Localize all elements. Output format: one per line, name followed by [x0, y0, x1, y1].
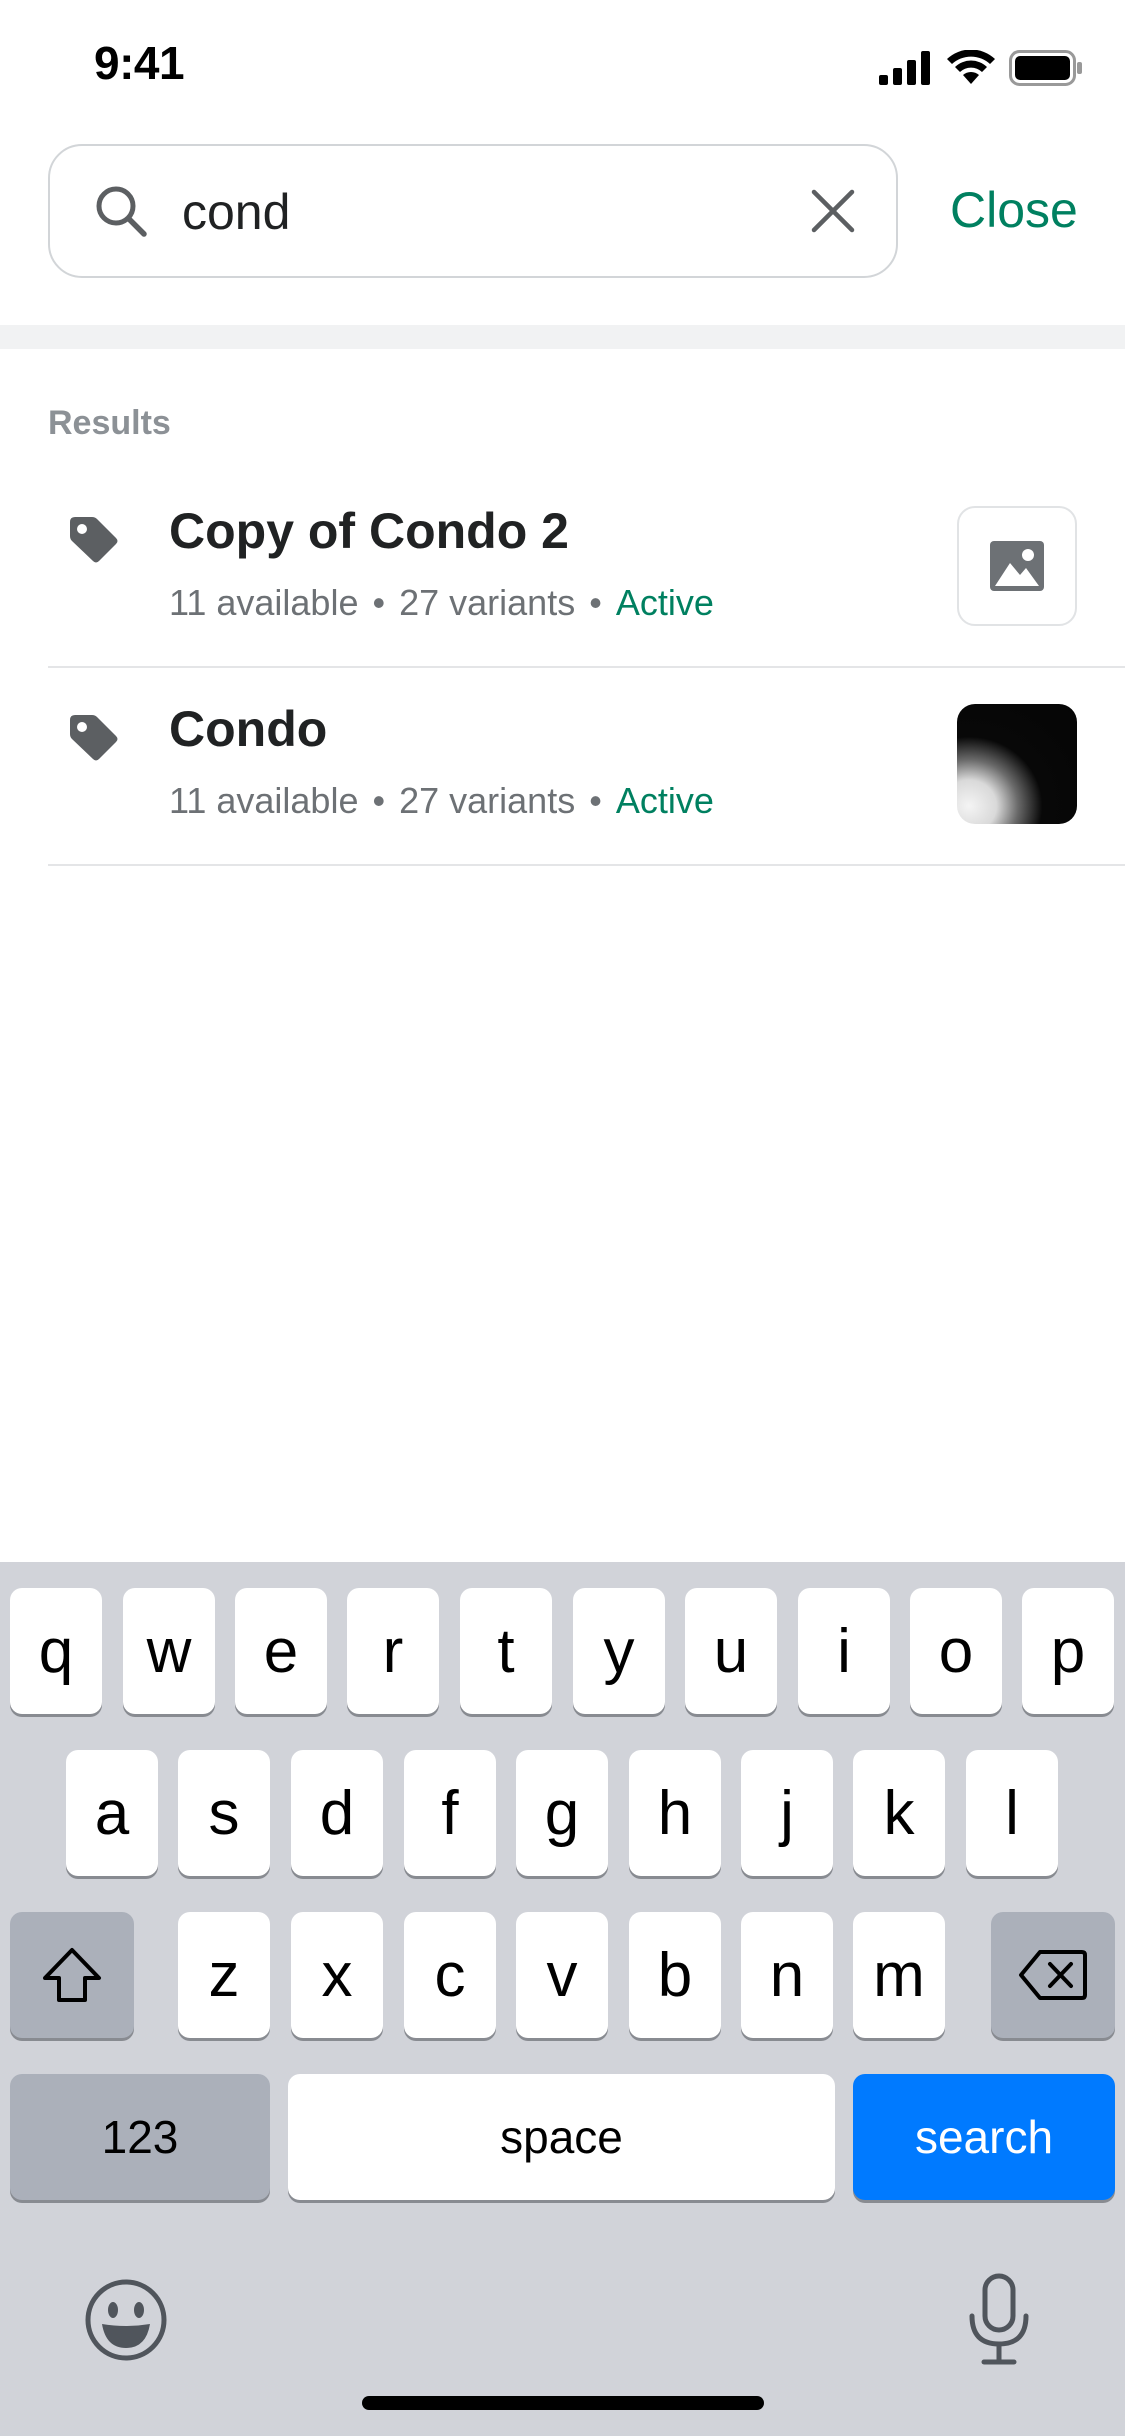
keyboard: q w e r t y u i o p a s d f g h j k l z … — [0, 1562, 1125, 2436]
shift-key[interactable] — [10, 1912, 134, 2038]
separator: • — [589, 582, 602, 623]
key-u[interactable]: u — [685, 1588, 777, 1714]
separator: • — [372, 780, 386, 821]
key-b[interactable]: b — [629, 1912, 721, 2038]
separator: • — [589, 780, 602, 821]
result-title: Condo — [169, 701, 328, 757]
variants-count: 27 variants — [399, 780, 576, 821]
key-r[interactable]: r — [347, 1588, 439, 1714]
search-key[interactable]: search — [853, 2074, 1115, 2200]
image-placeholder-icon — [990, 541, 1044, 591]
microphone-icon[interactable] — [964, 2272, 1034, 2368]
key-c[interactable]: c — [404, 1912, 496, 2038]
key-f[interactable]: f — [404, 1750, 496, 1876]
variants-count: 27 variants — [399, 582, 576, 623]
result-meta: 11 available • 27 variants • Active — [169, 780, 714, 822]
key-k[interactable]: k — [853, 1750, 945, 1876]
key-g[interactable]: g — [516, 1750, 608, 1876]
clear-search-icon[interactable] — [806, 184, 860, 238]
separator: • — [372, 582, 386, 623]
emoji-icon[interactable] — [84, 2278, 168, 2362]
key-n[interactable]: n — [741, 1912, 833, 2038]
key-h[interactable]: h — [629, 1750, 721, 1876]
result-title: Copy of Condo 2 — [169, 503, 569, 559]
result-list: Copy of Condo 2 11 available • 27 variants… — [0, 470, 1125, 866]
key-w[interactable]: w — [123, 1588, 215, 1714]
list-item[interactable]: Condo 11 available • 27 variants • Active — [48, 668, 1125, 866]
key-t[interactable]: t — [460, 1588, 552, 1714]
cellular-signal-icon — [879, 51, 930, 85]
key-x[interactable]: x — [291, 1912, 383, 2038]
tag-icon — [70, 517, 118, 563]
key-z[interactable]: z — [178, 1912, 270, 2038]
key-i[interactable]: i — [798, 1588, 890, 1714]
close-button[interactable]: Close — [950, 178, 1078, 242]
search-icon — [96, 186, 147, 237]
wifi-icon — [947, 50, 995, 84]
key-d[interactable]: d — [291, 1750, 383, 1876]
home-indicator — [362, 2396, 764, 2410]
shift-icon — [43, 1948, 101, 2002]
status-bar: 9:41 — [0, 0, 1125, 140]
available-count: 11 available — [169, 780, 359, 821]
search-input[interactable]: cond — [48, 144, 898, 278]
product-thumbnail — [957, 704, 1077, 824]
delete-backspace-icon — [1019, 1950, 1087, 2000]
status-badge: Active — [615, 582, 714, 623]
battery-icon — [1009, 50, 1082, 86]
key-y[interactable]: y — [573, 1588, 665, 1714]
key-m[interactable]: m — [853, 1912, 945, 2038]
results-section-label: Results — [48, 404, 171, 442]
key-p[interactable]: p — [1022, 1588, 1114, 1714]
key-o[interactable]: o — [910, 1588, 1002, 1714]
key-e[interactable]: e — [235, 1588, 327, 1714]
search-header: cond Close — [0, 140, 1125, 325]
search-query-text[interactable]: cond — [182, 172, 290, 252]
result-meta: 11 available • 27 variants • Active — [169, 582, 714, 624]
status-icons — [879, 50, 1083, 86]
list-item[interactable]: Copy of Condo 2 11 available • 27 variants… — [48, 470, 1125, 668]
tag-icon — [70, 715, 118, 761]
header-divider — [0, 325, 1125, 349]
available-count: 11 available — [169, 582, 359, 623]
key-q[interactable]: q — [10, 1588, 102, 1714]
key-l[interactable]: l — [966, 1750, 1058, 1876]
status-badge: Active — [615, 780, 714, 821]
product-thumbnail — [957, 506, 1077, 626]
delete-key[interactable] — [991, 1912, 1115, 2038]
key-j[interactable]: j — [741, 1750, 833, 1876]
space-key[interactable]: space — [288, 2074, 835, 2200]
key-s[interactable]: s — [178, 1750, 270, 1876]
key-v[interactable]: v — [516, 1912, 608, 2038]
numbers-key[interactable]: 123 — [10, 2074, 270, 2200]
key-a[interactable]: a — [66, 1750, 158, 1876]
status-time: 9:41 — [94, 37, 185, 89]
